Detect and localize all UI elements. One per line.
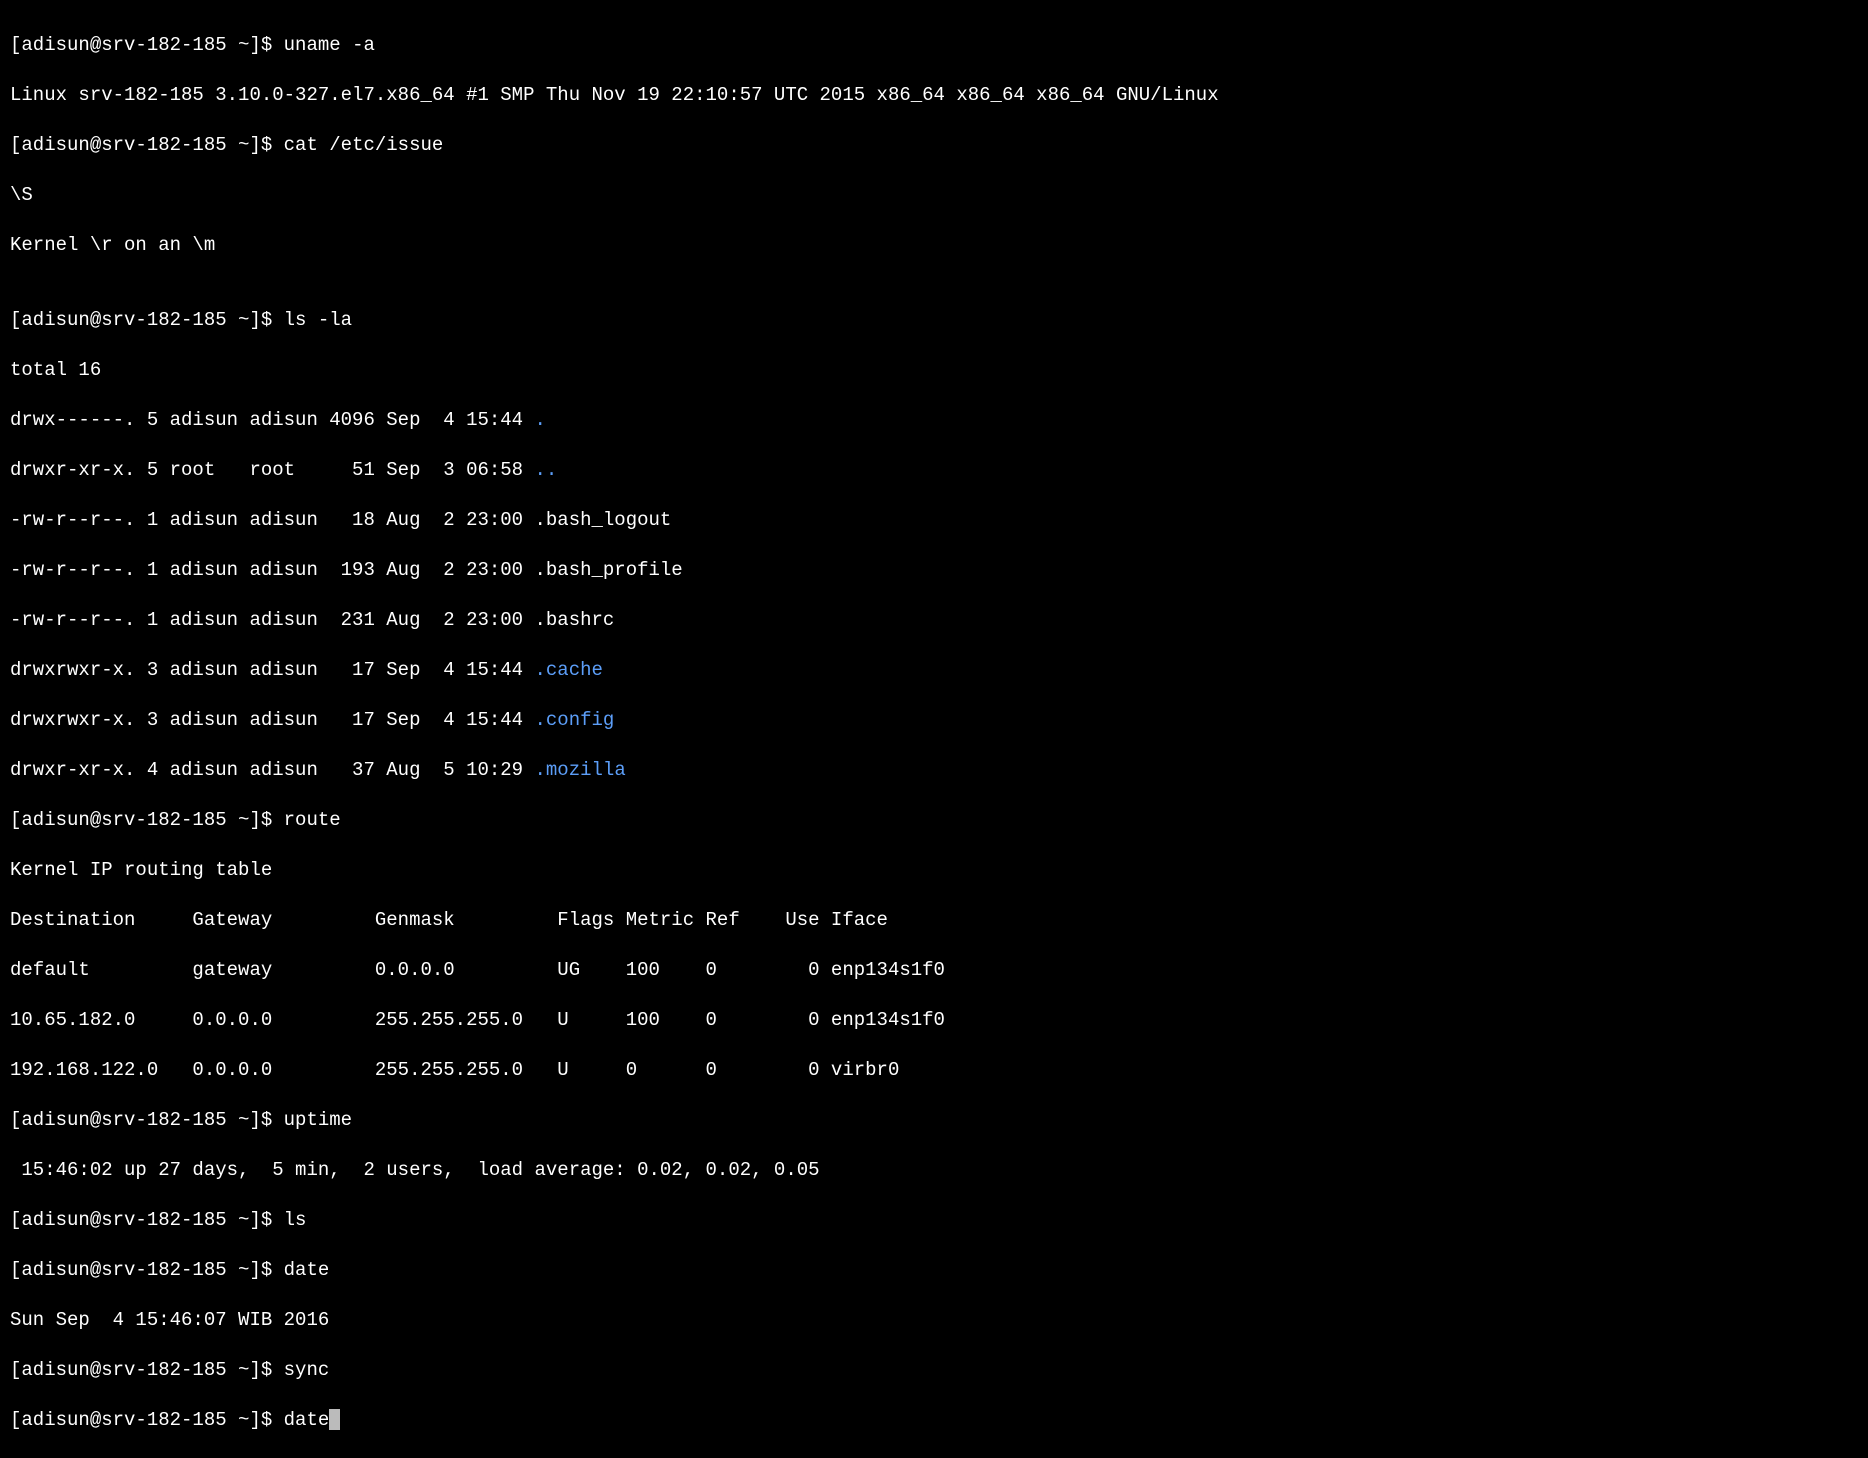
command-text: ls -la	[284, 309, 352, 331]
command-text: sync	[284, 1359, 330, 1381]
prompt-line: [adisun@srv-182-185 ~]$ uname -a	[10, 33, 1858, 58]
output-line: Kernel \r on an \m	[10, 233, 1858, 258]
shell-prompt: [adisun@srv-182-185 ~]$	[10, 1209, 284, 1231]
shell-prompt: [adisun@srv-182-185 ~]$	[10, 1259, 284, 1281]
output-line: Sun Sep 4 15:46:07 WIB 2016	[10, 1308, 1858, 1333]
ls-row: -rw-r--r--. 1 adisun adisun 231 Aug 2 23…	[10, 608, 1858, 633]
output-line: Kernel IP routing table	[10, 858, 1858, 883]
table-header: Destination Gateway Genmask Flags Metric…	[10, 908, 1858, 933]
ls-row: drwxrwxr-x. 3 adisun adisun 17 Sep 4 15:…	[10, 658, 1858, 683]
command-text: uname -a	[284, 34, 375, 56]
output-line: Linux srv-182-185 3.10.0-327.el7.x86_64 …	[10, 83, 1858, 108]
prompt-line: [adisun@srv-182-185 ~]$ uptime	[10, 1108, 1858, 1133]
ls-row: drwxr-xr-x. 5 root root 51 Sep 3 06:58 .…	[10, 458, 1858, 483]
shell-prompt: [adisun@srv-182-185 ~]$	[10, 1409, 284, 1431]
shell-prompt: [adisun@srv-182-185 ~]$	[10, 34, 284, 56]
ls-row: drwxrwxr-x. 3 adisun adisun 17 Sep 4 15:…	[10, 708, 1858, 733]
dir-name: ..	[535, 459, 558, 481]
shell-prompt: [adisun@srv-182-185 ~]$	[10, 809, 284, 831]
dir-name: .config	[535, 709, 615, 731]
ls-row: -rw-r--r--. 1 adisun adisun 18 Aug 2 23:…	[10, 508, 1858, 533]
command-text: date	[284, 1259, 330, 1281]
shell-prompt: [adisun@srv-182-185 ~]$	[10, 134, 284, 156]
terminal-window[interactable]: [adisun@srv-182-185 ~]$ uname -a Linux s…	[10, 8, 1858, 1458]
prompt-line: [adisun@srv-182-185 ~]$ sync	[10, 1358, 1858, 1383]
command-text: cat /etc/issue	[284, 134, 444, 156]
prompt-line: [adisun@srv-182-185 ~]$ cat /etc/issue	[10, 133, 1858, 158]
table-row: 192.168.122.0 0.0.0.0 255.255.255.0 U 0 …	[10, 1058, 1858, 1083]
shell-prompt: [adisun@srv-182-185 ~]$	[10, 1109, 284, 1131]
prompt-line: [adisun@srv-182-185 ~]$ ls -la	[10, 308, 1858, 333]
dir-name: .	[535, 409, 546, 431]
command-text: ls	[284, 1209, 307, 1231]
ls-meta: drwx------. 5 adisun adisun 4096 Sep 4 1…	[10, 409, 535, 431]
prompt-line-active[interactable]: [adisun@srv-182-185 ~]$ date	[10, 1408, 1858, 1433]
dir-name: .cache	[535, 659, 603, 681]
table-row: 10.65.182.0 0.0.0.0 255.255.255.0 U 100 …	[10, 1008, 1858, 1033]
command-text: uptime	[284, 1109, 352, 1131]
output-line: \S	[10, 183, 1858, 208]
ls-row: drwxr-xr-x. 4 adisun adisun 37 Aug 5 10:…	[10, 758, 1858, 783]
command-text: route	[284, 809, 341, 831]
output-line: 15:46:02 up 27 days, 5 min, 2 users, loa…	[10, 1158, 1858, 1183]
table-row: default gateway 0.0.0.0 UG 100 0 0 enp13…	[10, 958, 1858, 983]
ls-meta: drwxrwxr-x. 3 adisun adisun 17 Sep 4 15:…	[10, 709, 535, 731]
prompt-line: [adisun@srv-182-185 ~]$ ls	[10, 1208, 1858, 1233]
ls-row: -rw-r--r--. 1 adisun adisun 193 Aug 2 23…	[10, 558, 1858, 583]
prompt-line: [adisun@srv-182-185 ~]$ route	[10, 808, 1858, 833]
cursor-block-icon	[329, 1409, 340, 1430]
prompt-line: [adisun@srv-182-185 ~]$ date	[10, 1258, 1858, 1283]
ls-meta: drwxrwxr-x. 3 adisun adisun 17 Sep 4 15:…	[10, 659, 535, 681]
ls-row: drwx------. 5 adisun adisun 4096 Sep 4 1…	[10, 408, 1858, 433]
ls-meta: drwxr-xr-x. 5 root root 51 Sep 3 06:58	[10, 459, 535, 481]
shell-prompt: [adisun@srv-182-185 ~]$	[10, 1359, 284, 1381]
dir-name: .mozilla	[535, 759, 626, 781]
shell-prompt: [adisun@srv-182-185 ~]$	[10, 309, 284, 331]
command-text: date	[284, 1409, 330, 1431]
output-line: total 16	[10, 358, 1858, 383]
ls-meta: drwxr-xr-x. 4 adisun adisun 37 Aug 5 10:…	[10, 759, 535, 781]
